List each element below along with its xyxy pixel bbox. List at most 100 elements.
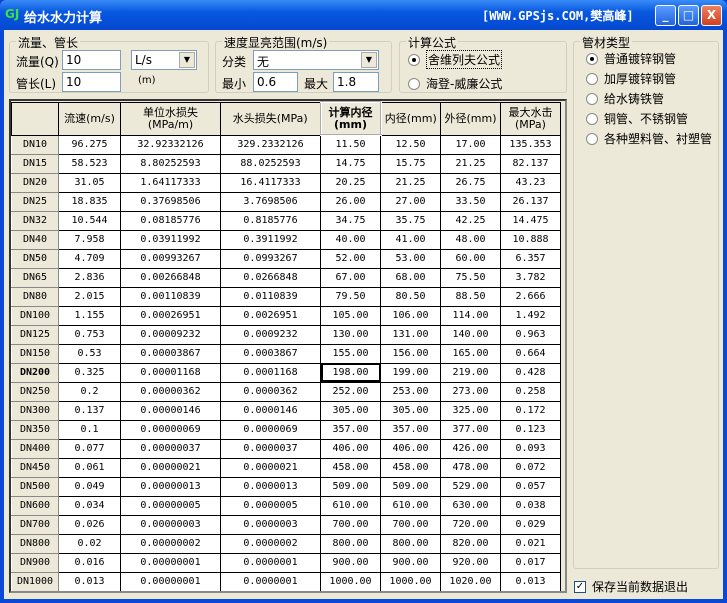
table-cell[interactable]: 80.50 [380, 286, 441, 307]
row-header[interactable]: DN700 [11, 514, 59, 535]
results-grid[interactable]: 流速(m/s) 单位水损失 (MPa/m) 水头损失(MPa) 计算内径 (mm) 内径… [9, 99, 567, 593]
table-cell[interactable]: 26.00 [320, 191, 381, 212]
table-cell[interactable]: 10.888 [500, 229, 561, 250]
table-cell[interactable]: 0.3911992 [220, 229, 321, 250]
row-header[interactable]: DN20 [11, 172, 59, 193]
table-cell[interactable]: 273.00 [440, 381, 501, 402]
formula-option-shevelev[interactable]: 舍维列夫公式 [408, 50, 503, 69]
table-cell[interactable]: 0.172 [500, 400, 561, 421]
table-cell[interactable]: 529.00 [440, 476, 501, 497]
table-cell[interactable]: 900.00 [320, 552, 381, 573]
length-input[interactable]: 10 [62, 72, 121, 92]
table-row[interactable]: DN200 0.325 0.00001168 0.0001168 198.00 199.0… [11, 362, 561, 383]
table-cell[interactable]: 0.0000001 [220, 571, 321, 591]
table-cell[interactable]: 253.00 [380, 381, 441, 402]
table-cell[interactable]: 0.00000002 [120, 533, 221, 554]
row-header[interactable]: DN15 [11, 153, 59, 174]
table-cell[interactable]: 67.00 [320, 267, 381, 288]
table-cell[interactable]: 0.021 [500, 533, 561, 554]
row-header[interactable]: DN80 [11, 286, 59, 307]
table-cell[interactable]: 18.835 [58, 191, 121, 212]
table-cell[interactable]: 140.00 [440, 324, 501, 345]
table-row[interactable]: DN40 7.958 0.03911992 0.3911992 40.00 41.00 48… [11, 229, 561, 250]
table-cell[interactable]: 0.963 [500, 324, 561, 345]
table-cell[interactable]: 1.492 [500, 305, 561, 326]
table-cell[interactable]: 0.02 [58, 533, 121, 554]
table-cell[interactable]: 0.0000021 [220, 457, 321, 478]
table-cell[interactable]: 0.00000021 [120, 457, 221, 478]
column-header[interactable]: 外径(mm) [440, 101, 501, 136]
table-cell[interactable]: 58.523 [58, 153, 121, 174]
table-cell[interactable]: 0.00003867 [120, 343, 221, 364]
table-cell[interactable]: 0.0001168 [220, 362, 321, 383]
table-cell[interactable]: 6.357 [500, 248, 561, 269]
chevron-down-icon[interactable]: ▼ [361, 52, 377, 68]
title-bar[interactable]: GJ 给水水力计算 [WWW.GPSjs.COM,樊高峰] _ □ X [0, 0, 727, 30]
row-header[interactable]: DN50 [11, 248, 59, 269]
table-cell[interactable]: 252.00 [320, 381, 381, 402]
table-cell[interactable]: 0.061 [58, 457, 121, 478]
table-row[interactable]: DN65 2.836 0.00266848 0.0266848 67.00 68.00 75… [11, 267, 561, 288]
table-cell[interactable]: 0.00110839 [120, 286, 221, 307]
row-header[interactable]: DN450 [11, 457, 59, 478]
table-cell[interactable]: 0.0000001 [220, 552, 321, 573]
minimize-button[interactable]: _ [655, 5, 676, 26]
table-cell[interactable]: 0.258 [500, 381, 561, 402]
table-cell[interactable]: 48.00 [440, 229, 501, 250]
row-header[interactable]: DN125 [11, 324, 59, 345]
column-header[interactable]: 水头损失(MPa) [220, 101, 321, 136]
table-cell[interactable]: 0.0003867 [220, 343, 321, 364]
table-cell[interactable]: 630.00 [440, 495, 501, 516]
table-cell[interactable]: 0.00000069 [120, 419, 221, 440]
table-cell[interactable]: 60.00 [440, 248, 501, 269]
table-cell[interactable]: 199.00 [380, 362, 441, 383]
table-cell[interactable]: 0.00000005 [120, 495, 221, 516]
table-cell[interactable]: 8.80252593 [120, 153, 221, 174]
row-header[interactable]: DN800 [11, 533, 59, 554]
table-cell[interactable]: 406.00 [320, 438, 381, 459]
material-option-copper-stainless[interactable]: 铜管、不锈钢管 [586, 110, 688, 127]
table-cell[interactable]: 305.00 [320, 400, 381, 421]
table-cell[interactable]: 0.0000069 [220, 419, 321, 440]
row-header[interactable]: DN300 [11, 400, 59, 421]
column-header[interactable]: 内径(mm) [380, 101, 441, 136]
table-cell[interactable]: 0.057 [500, 476, 561, 497]
table-cell[interactable]: 1.64117333 [120, 172, 221, 193]
table-cell[interactable]: 2.666 [500, 286, 561, 307]
table-row[interactable]: DN125 0.753 0.00009232 0.0009232 130.00 131.0… [11, 324, 561, 345]
table-cell[interactable]: 3.7698506 [220, 191, 321, 212]
table-cell[interactable]: 0.077 [58, 438, 121, 459]
table-cell[interactable]: 0.53 [58, 343, 121, 364]
table-row[interactable]: DN300 0.137 0.00000146 0.0000146 305.00 305.0… [11, 400, 561, 421]
table-cell[interactable]: 2.015 [58, 286, 121, 307]
table-cell[interactable]: 720.00 [440, 514, 501, 535]
table-cell[interactable]: 305.00 [380, 400, 441, 421]
table-row[interactable]: DN1000 0.013 0.00000001 0.0000001 1000.00 100… [11, 571, 561, 591]
table-cell[interactable]: 0.00000001 [120, 571, 221, 591]
row-header[interactable]: DN100 [11, 305, 59, 326]
table-cell[interactable]: 0.016 [58, 552, 121, 573]
table-cell[interactable]: 0.072 [500, 457, 561, 478]
table-cell[interactable]: 0.017 [500, 552, 561, 573]
row-header[interactable]: DN10 [11, 134, 59, 155]
table-cell[interactable]: 0.0266848 [220, 267, 321, 288]
table-cell[interactable]: 1.155 [58, 305, 121, 326]
row-header[interactable]: DN1000 [11, 571, 59, 591]
table-row[interactable]: DN600 0.034 0.00000005 0.0000005 610.00 610.0… [11, 495, 561, 516]
table-cell[interactable]: 26.75 [440, 172, 501, 193]
min-speed-input[interactable]: 0.6 [253, 72, 298, 92]
row-header[interactable]: DN25 [11, 191, 59, 212]
table-cell[interactable]: 357.00 [380, 419, 441, 440]
table-cell[interactable]: 0.8185776 [220, 210, 321, 231]
material-option-plastic[interactable]: 各种塑料管、衬塑管 [586, 130, 712, 147]
table-cell[interactable]: 42.25 [440, 210, 501, 231]
table-cell[interactable]: 0.00000013 [120, 476, 221, 497]
table-cell[interactable]: 0.034 [58, 495, 121, 516]
table-cell[interactable]: 219.00 [440, 362, 501, 383]
table-cell[interactable]: 0.00000003 [120, 514, 221, 535]
table-cell[interactable]: 920.00 [440, 552, 501, 573]
table-cell[interactable]: 34.75 [320, 210, 381, 231]
table-cell[interactable]: 509.00 [380, 476, 441, 497]
table-cell[interactable]: 21.25 [380, 172, 441, 193]
table-cell[interactable]: 0.00000037 [120, 438, 221, 459]
